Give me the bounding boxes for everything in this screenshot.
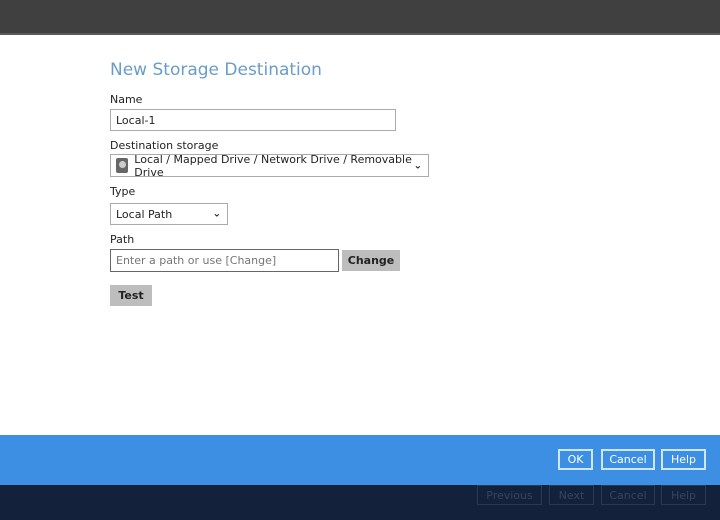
type-label: Type bbox=[110, 185, 135, 198]
type-select[interactable]: Local Path ⌄ bbox=[110, 203, 228, 225]
path-label: Path bbox=[110, 233, 134, 246]
dialog-title: New Storage Destination bbox=[110, 60, 322, 80]
name-value: Local-1 bbox=[116, 114, 155, 127]
name-label: Name bbox=[110, 93, 142, 106]
test-button[interactable]: Test bbox=[110, 285, 152, 306]
ok-button[interactable]: OK bbox=[558, 449, 593, 470]
chevron-down-icon: ⌄ bbox=[414, 160, 422, 171]
change-button[interactable]: Change bbox=[342, 250, 400, 271]
cancel-button[interactable]: Cancel bbox=[601, 449, 655, 470]
name-input[interactable]: Local-1 bbox=[110, 109, 396, 131]
hard-drive-icon bbox=[116, 158, 128, 173]
destination-storage-select[interactable]: Local / Mapped Drive / Network Drive / R… bbox=[110, 154, 429, 177]
path-input[interactable] bbox=[110, 249, 339, 272]
top-bar bbox=[0, 0, 720, 35]
wizard-help-button: Help bbox=[661, 485, 706, 505]
destination-storage-value: Local / Mapped Drive / Network Drive / R… bbox=[134, 153, 428, 179]
next-button: Next bbox=[549, 485, 594, 505]
destination-storage-label: Destination storage bbox=[110, 139, 218, 152]
help-button[interactable]: Help bbox=[661, 449, 706, 470]
chevron-down-icon: ⌄ bbox=[213, 209, 221, 220]
type-value: Local Path bbox=[116, 208, 172, 221]
previous-button: Previous bbox=[477, 485, 542, 505]
wizard-cancel-button: Cancel bbox=[601, 485, 655, 505]
